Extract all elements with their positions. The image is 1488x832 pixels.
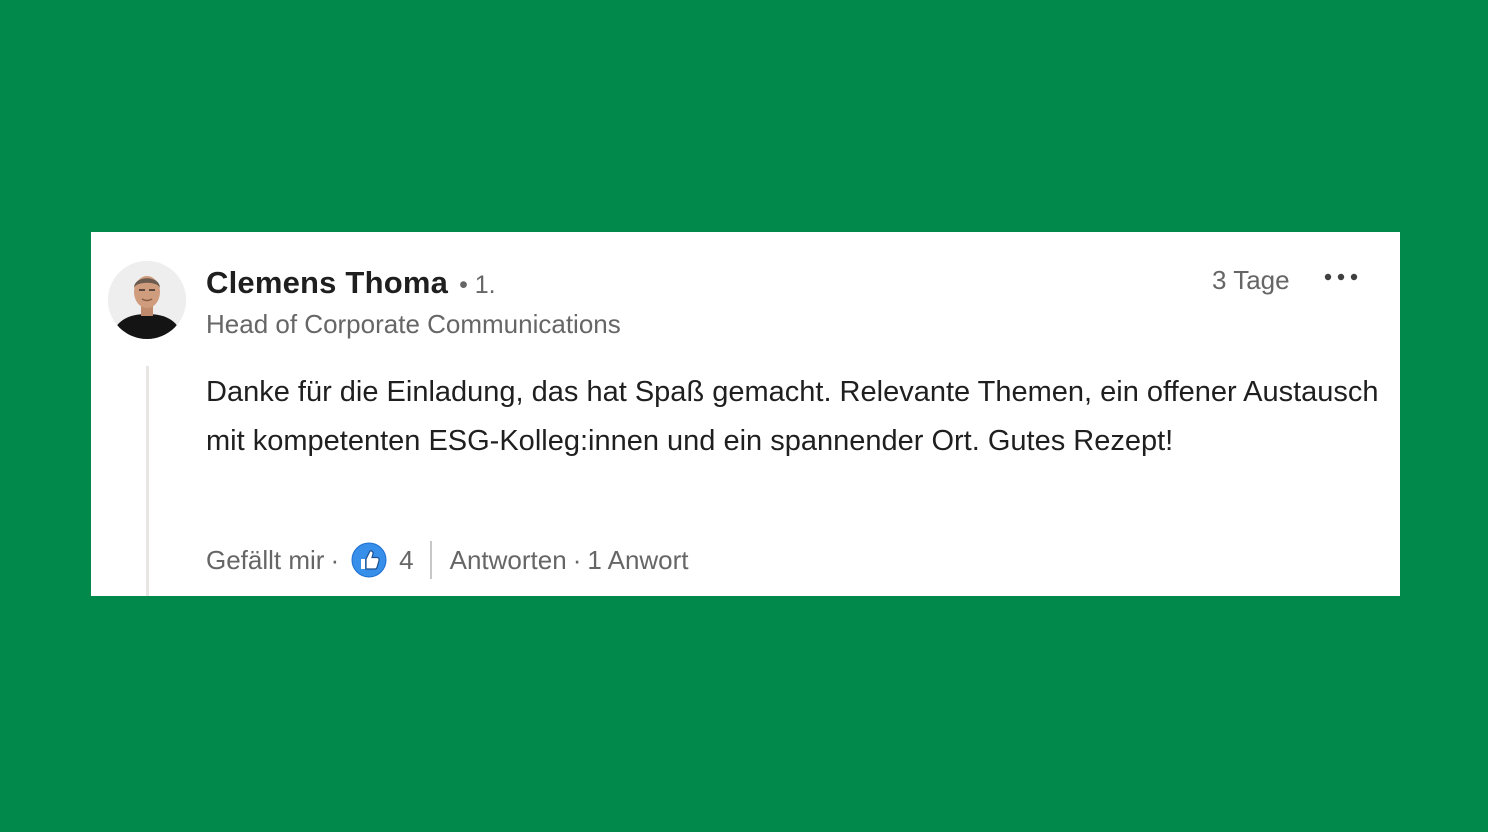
avatar[interactable] (108, 261, 186, 339)
separator-dot: · (572, 544, 582, 575)
thumbs-up-icon (351, 542, 387, 578)
reply-count[interactable]: 1 Anwort (587, 545, 688, 576)
separator-dot: · (330, 544, 340, 575)
more-options-button[interactable] (1321, 262, 1361, 292)
thread-line (146, 366, 149, 596)
author-name[interactable]: Clemens Thoma (206, 265, 448, 301)
like-button[interactable]: Gefällt mir (206, 545, 324, 576)
connection-degree: • 1. (459, 271, 496, 299)
action-divider (429, 541, 432, 579)
reply-button[interactable]: Antworten (450, 545, 567, 576)
reaction-count[interactable]: 4 (399, 545, 413, 576)
comment-text: Danke für die Einladung, das hat Spaß ge… (206, 376, 1379, 457)
author-headline: Head of Corporate Communications (206, 309, 621, 339)
author-row: Clemens Thoma • 1. (206, 265, 496, 301)
like-reaction-icon[interactable] (351, 542, 387, 578)
more-options-icon (1324, 273, 1358, 281)
avatar-image (108, 261, 186, 339)
comment-actions: Gefällt mir · 4 Antworten · 1 Anwort (206, 540, 689, 580)
comment-card: Clemens Thoma • 1. Head of Corporate Com… (91, 232, 1400, 596)
comment-timestamp: 3 Tage (1212, 265, 1290, 295)
